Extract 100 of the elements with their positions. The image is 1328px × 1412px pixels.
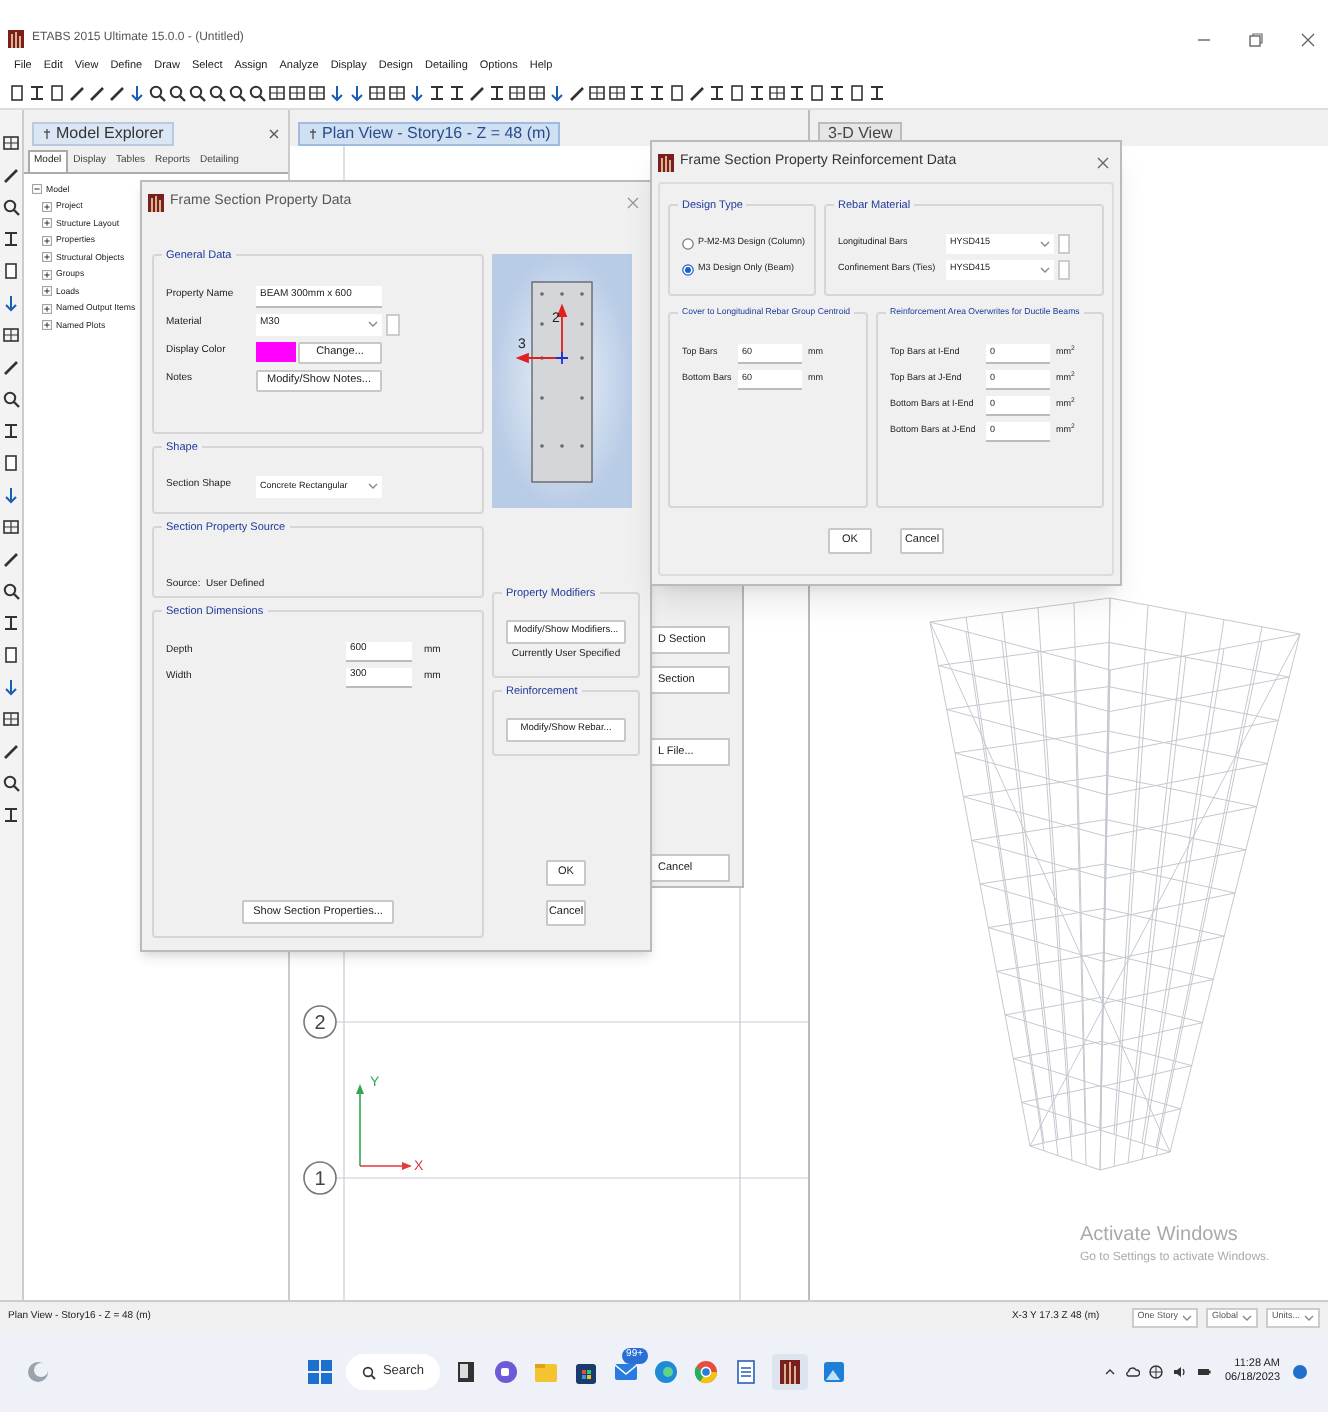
expand-icon[interactable] xyxy=(42,201,52,212)
page-icon[interactable] xyxy=(668,83,686,101)
battery-icon[interactable] xyxy=(1196,1364,1213,1380)
arrow-icon[interactable] xyxy=(348,83,366,101)
expand-icon[interactable] xyxy=(42,320,52,331)
zoom-icon[interactable] xyxy=(2,582,20,600)
grid-icon[interactable] xyxy=(608,83,626,101)
arrow-icon[interactable] xyxy=(548,83,566,101)
windows-logo-icon[interactable] xyxy=(306,1358,335,1386)
page-icon[interactable] xyxy=(48,83,66,101)
radio-selected[interactable] xyxy=(682,263,694,275)
grid-icon[interactable] xyxy=(768,83,786,101)
grid-icon[interactable] xyxy=(508,83,526,101)
beam-icon[interactable] xyxy=(648,83,666,101)
pencil-icon[interactable] xyxy=(2,166,20,184)
cloud-icon[interactable] xyxy=(1124,1364,1141,1380)
beam-icon[interactable] xyxy=(2,230,20,248)
beam-icon[interactable] xyxy=(828,83,846,101)
beam-icon[interactable] xyxy=(708,83,726,101)
chevron-down-icon xyxy=(368,320,378,328)
mail-icon[interactable] xyxy=(612,1358,641,1386)
page-icon[interactable] xyxy=(8,83,26,101)
building-icon[interactable] xyxy=(776,1358,805,1386)
zoom-icon[interactable] xyxy=(148,83,166,101)
arrow-icon[interactable] xyxy=(408,83,426,101)
beam-icon[interactable] xyxy=(2,422,20,440)
pencil-icon[interactable] xyxy=(468,83,486,101)
speaker-icon[interactable] xyxy=(1172,1364,1189,1380)
grid-icon[interactable] xyxy=(268,83,286,101)
beam-icon[interactable] xyxy=(748,83,766,101)
expand-icon[interactable] xyxy=(42,303,52,314)
document-icon[interactable] xyxy=(732,1358,761,1386)
beam-icon[interactable] xyxy=(2,614,20,632)
chevron-down-icon xyxy=(1241,1313,1252,1321)
pencil-icon[interactable] xyxy=(568,83,586,101)
grid-icon[interactable] xyxy=(2,134,20,152)
page-icon[interactable] xyxy=(808,83,826,101)
arrow-icon[interactable] xyxy=(2,678,20,696)
zoom-icon[interactable] xyxy=(248,83,266,101)
grid-icon[interactable] xyxy=(368,83,386,101)
expand-icon[interactable] xyxy=(42,252,52,263)
zoom-icon[interactable] xyxy=(2,198,20,216)
radio-unselected[interactable] xyxy=(682,237,694,249)
pencil-icon[interactable] xyxy=(2,742,20,760)
beam-icon[interactable] xyxy=(2,806,20,824)
grid-bubble xyxy=(303,1005,337,1039)
browser-icon[interactable] xyxy=(692,1358,721,1386)
beam-icon[interactable] xyxy=(868,83,886,101)
photos-icon[interactable] xyxy=(820,1358,849,1386)
browser-icon[interactable] xyxy=(652,1358,681,1386)
panel-tab[interactable]: Plan View - Story16 - Z = 48 (m) xyxy=(298,122,561,146)
restore-icon[interactable] xyxy=(1248,32,1264,48)
grid-icon[interactable] xyxy=(588,83,606,101)
beam-icon[interactable] xyxy=(488,83,506,101)
close-icon[interactable] xyxy=(1300,32,1316,48)
page-icon[interactable] xyxy=(2,646,20,664)
arrow-icon[interactable] xyxy=(328,83,346,101)
grid-icon[interactable] xyxy=(2,326,20,344)
globe-icon[interactable] xyxy=(1148,1364,1165,1380)
chat-icon[interactable] xyxy=(492,1358,521,1386)
grid-icon[interactable] xyxy=(2,710,20,728)
zoom-icon[interactable] xyxy=(188,83,206,101)
expand-icon[interactable] xyxy=(42,286,52,297)
beam-icon[interactable] xyxy=(788,83,806,101)
zoom-icon[interactable] xyxy=(2,390,20,408)
arrow-icon[interactable] xyxy=(2,294,20,312)
pencil-icon[interactable] xyxy=(2,358,20,376)
beam-icon[interactable] xyxy=(628,83,646,101)
grid-icon[interactable] xyxy=(528,83,546,101)
beam-icon[interactable] xyxy=(28,83,46,101)
grid-icon[interactable] xyxy=(388,83,406,101)
pencil-icon[interactable] xyxy=(2,550,20,568)
grid-icon[interactable] xyxy=(308,83,326,101)
pencil-icon[interactable] xyxy=(688,83,706,101)
chevron-up-icon[interactable] xyxy=(1104,1366,1117,1378)
expand-icon[interactable] xyxy=(42,269,52,280)
zoom-icon[interactable] xyxy=(2,774,20,792)
page-icon[interactable] xyxy=(848,83,866,101)
grid-label: 2 xyxy=(314,1013,326,1035)
arrow-icon[interactable] xyxy=(2,486,20,504)
collapse-icon[interactable] xyxy=(32,184,42,195)
notification-icon[interactable] xyxy=(1292,1364,1309,1380)
zoom-icon[interactable] xyxy=(208,83,226,101)
chevron-down-icon xyxy=(1181,1313,1192,1321)
close-icon[interactable] xyxy=(268,128,280,140)
grid-icon[interactable] xyxy=(2,518,20,536)
panel-tab[interactable]: Model Explorer xyxy=(32,122,174,146)
page-icon[interactable] xyxy=(728,83,746,101)
zoom-icon[interactable] xyxy=(228,83,246,101)
arrow-icon[interactable] xyxy=(128,83,146,101)
grid-icon[interactable] xyxy=(288,83,306,101)
store-icon[interactable] xyxy=(572,1358,601,1386)
expand-icon[interactable] xyxy=(42,218,52,229)
page-icon[interactable] xyxy=(2,454,20,472)
beam-icon[interactable] xyxy=(428,83,446,101)
zoom-icon[interactable] xyxy=(168,83,186,101)
page-icon[interactable] xyxy=(2,262,20,280)
beam-icon[interactable] xyxy=(448,83,466,101)
expand-icon[interactable] xyxy=(42,235,52,246)
close-icon[interactable] xyxy=(1096,155,1110,169)
